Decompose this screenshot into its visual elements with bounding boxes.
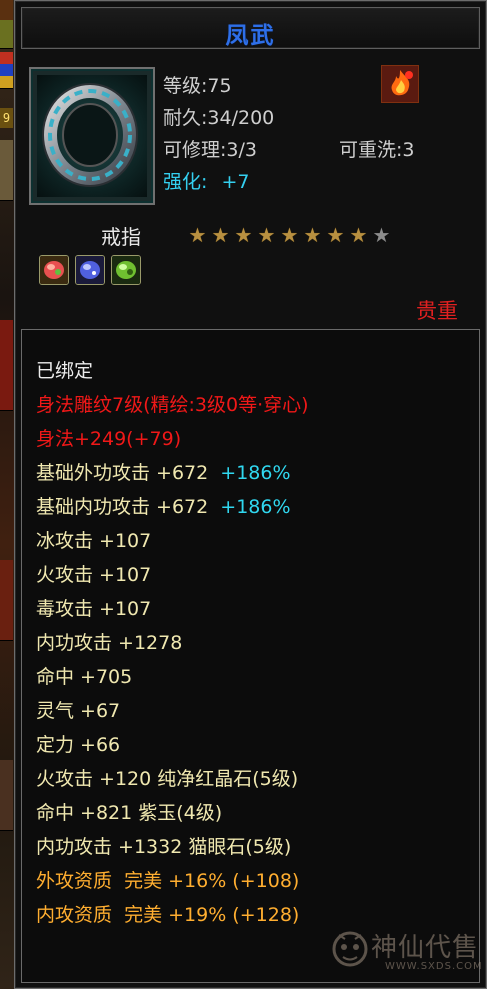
rarity-label: 贵重 bbox=[416, 299, 458, 323]
watermark-text: 神仙代售 bbox=[371, 933, 480, 963]
gem-slots bbox=[39, 255, 141, 285]
scene-tile bbox=[0, 140, 13, 201]
properties-panel: 已绑定 身法雕纹7级(精绘:3级0等·穿心) 身法+249(+79) 基础外功攻… bbox=[21, 329, 480, 983]
repairable-text: 可修理:3/3 bbox=[163, 139, 257, 161]
enhance-row: 强化: +7 bbox=[163, 167, 249, 194]
level-text: 等级:75 bbox=[163, 75, 232, 97]
base-inner-attack-pct: +186% bbox=[220, 496, 291, 518]
star-empty-icon: ★ bbox=[372, 223, 391, 247]
rewashable-text: 可重洗:3 bbox=[339, 139, 415, 161]
star-icon: ★ bbox=[326, 223, 345, 247]
hit-line: 命中 +705 bbox=[36, 666, 133, 688]
inner-quality-line: 内攻资质 完美 +19% (+128) bbox=[36, 904, 300, 926]
scene-tile bbox=[0, 20, 13, 49]
gem-hit-line: 命中 +821 紫玉(4级) bbox=[36, 802, 223, 824]
enhance-label: 强化: bbox=[163, 171, 208, 193]
engrave-line: 身法雕纹7级(精绘:3级0等·穿心) bbox=[36, 394, 309, 416]
item-name: 凤武 bbox=[225, 23, 276, 49]
poison-attack-line: 毒攻击 +107 bbox=[36, 598, 152, 620]
star-rating: ★ ★ ★ ★ ★ ★ ★ ★ ★ bbox=[187, 225, 392, 245]
blue-gem-icon[interactable] bbox=[75, 255, 105, 285]
base-outer-attack-line: 基础外功攻击 +672 +186% bbox=[36, 458, 291, 485]
star-icon: ★ bbox=[211, 223, 230, 247]
scene-level-badge: 9 bbox=[0, 108, 13, 128]
outer-quality-line: 外攻资质 完美 +16% (+108) bbox=[36, 870, 300, 892]
watermark-url: WWW.SXDS.COM bbox=[385, 961, 483, 972]
green-gem-icon[interactable] bbox=[111, 255, 141, 285]
star-icon: ★ bbox=[188, 223, 207, 247]
scene-tile bbox=[0, 0, 13, 21]
enhance-value: +7 bbox=[221, 171, 250, 193]
item-type: 戒指 bbox=[101, 225, 141, 249]
star-icon: ★ bbox=[349, 223, 368, 247]
watermark: 神仙代售 WWW.SXDS.COM bbox=[331, 923, 487, 981]
scene-tile bbox=[0, 76, 13, 89]
background-scene-strip: 9 bbox=[0, 0, 15, 989]
star-icon: ★ bbox=[257, 223, 276, 247]
base-outer-attack-pct: +186% bbox=[220, 462, 291, 484]
ring-icon bbox=[37, 75, 147, 197]
scene-tile bbox=[0, 760, 13, 831]
item-tooltip: 凤武 等级:75 耐久:34/200 可修理:3/3 可重洗:3 强化: +7 … bbox=[14, 0, 487, 989]
watermark-logo-icon bbox=[332, 931, 368, 967]
base-outer-attack-value: 基础外功攻击 +672 bbox=[36, 462, 209, 484]
ice-attack-line: 冰攻击 +107 bbox=[36, 530, 152, 552]
scene-tile bbox=[0, 560, 13, 641]
star-icon: ★ bbox=[234, 223, 253, 247]
agility-line: 身法+249(+79) bbox=[36, 428, 182, 450]
spirit-line: 灵气 +67 bbox=[36, 700, 121, 722]
flame-emblem-icon bbox=[381, 65, 419, 103]
gem-inner-line: 内功攻击 +1332 猫眼石(5级) bbox=[36, 836, 292, 858]
focus-line: 定力 +66 bbox=[36, 734, 121, 756]
gem-fire-line: 火攻击 +120 纯净红晶石(5级) bbox=[36, 768, 299, 790]
durability-text: 耐久:34/200 bbox=[163, 107, 275, 129]
red-gem-icon[interactable] bbox=[39, 255, 69, 285]
star-icon: ★ bbox=[303, 223, 322, 247]
bound-status: 已绑定 bbox=[36, 360, 94, 382]
base-inner-attack-line: 基础内功攻击 +672 +186% bbox=[36, 492, 291, 519]
star-icon: ★ bbox=[280, 223, 299, 247]
scene-tile bbox=[0, 320, 13, 411]
base-inner-attack-value: 基础内功攻击 +672 bbox=[36, 496, 209, 518]
item-icon-frame[interactable] bbox=[29, 67, 155, 205]
fire-attack-line: 火攻击 +107 bbox=[36, 564, 152, 586]
title-bar: 凤武 bbox=[21, 7, 480, 49]
inner-attack-line: 内功攻击 +1278 bbox=[36, 632, 183, 654]
